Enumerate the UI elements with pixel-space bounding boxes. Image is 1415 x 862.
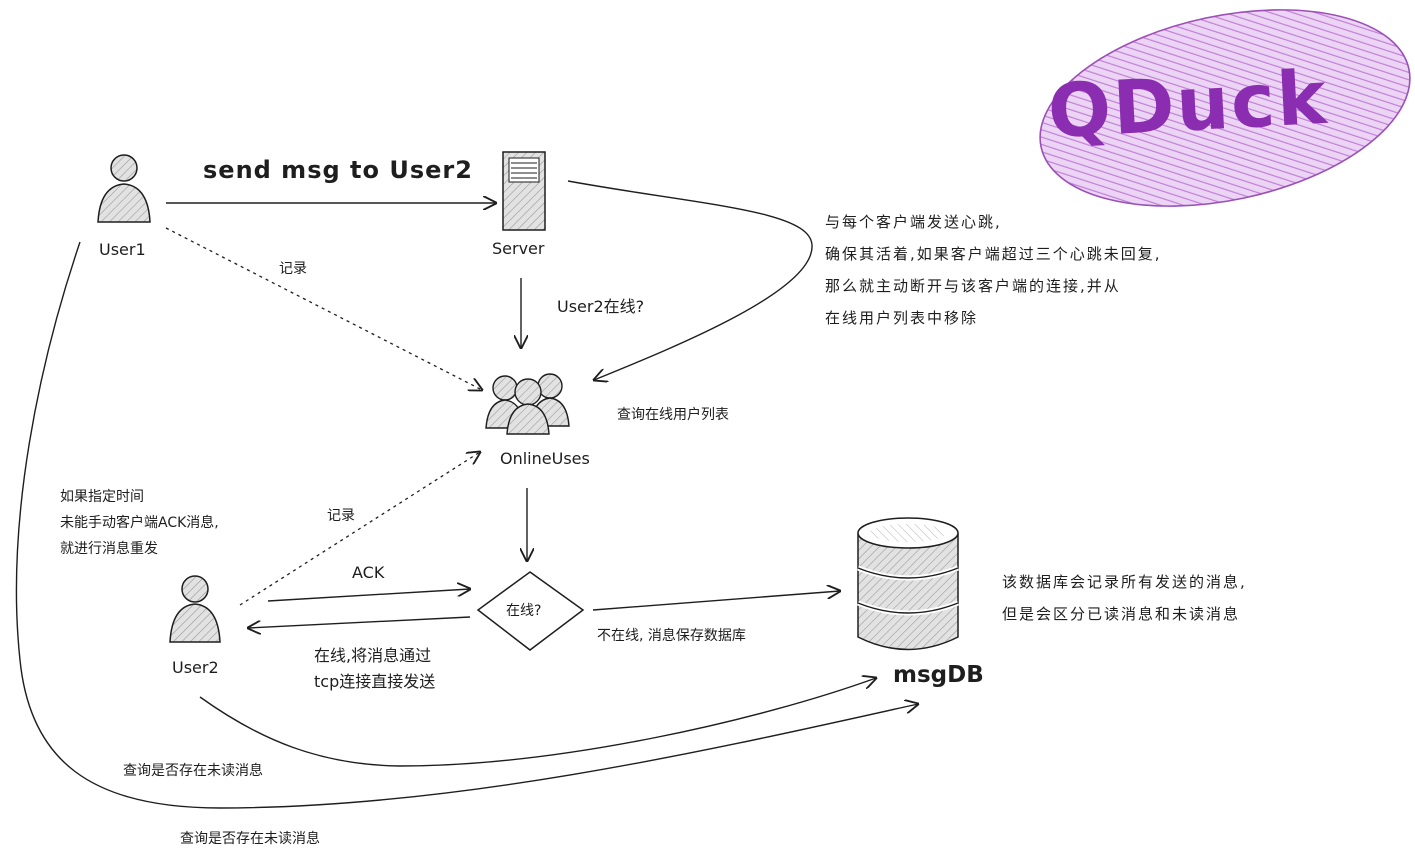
db-note-line-2: 但是会区分已读消息和未读消息 — [1002, 605, 1241, 623]
users-group-icon — [485, 373, 570, 435]
edge-record2 — [239, 452, 480, 606]
not-online-label: 不在线, 消息保存数据库 — [597, 628, 746, 644]
user1-label: User1 — [99, 240, 146, 259]
server-icon — [502, 151, 546, 231]
resend-note: 如果指定时间 未能手动客户端ACK消息, 就进行消息重发 — [60, 484, 219, 562]
edge-ack — [267, 589, 470, 602]
resend-note-line-3: 就进行消息重发 — [60, 541, 158, 557]
online-send-label: 在线,将消息通过 tcp连接直接发送 — [314, 643, 435, 695]
online-send-line-2: tcp连接直接发送 — [314, 672, 436, 691]
resend-note-line-1: 如果指定时间 — [60, 489, 144, 505]
database-icon — [857, 517, 959, 651]
edge-record1 — [165, 227, 482, 390]
user2-label: User2 — [172, 658, 219, 677]
db-note: 该数据库会记录所有发送的消息, 但是会区分已读消息和未读消息 — [1002, 566, 1247, 630]
record-label-2: 记录 — [327, 508, 355, 524]
decision-label: 在线? — [506, 603, 542, 619]
heartbeat-note-line-4: 在线用户列表中移除 — [825, 309, 979, 327]
user1-icon — [97, 154, 151, 223]
online-users-label: OnlineUses — [500, 449, 590, 468]
edge-unread-user2 — [199, 678, 876, 767]
send-msg-label: send msg to User2 — [203, 156, 473, 184]
user2-icon — [169, 575, 221, 643]
record-label-1: 记录 — [279, 261, 307, 277]
server-label: Server — [492, 239, 545, 258]
db-label: msgDB — [893, 662, 984, 688]
heartbeat-note-line-1: 与每个客户端发送心跳, — [825, 213, 1002, 231]
heartbeat-note: 与每个客户端发送心跳, 确保其活着,如果客户端超过三个心跳未回复, 那么就主动断… — [825, 206, 1162, 334]
query-online-label: 查询在线用户列表 — [617, 407, 729, 423]
online-question-label: User2在线? — [557, 297, 645, 316]
unread-label-1: 查询是否存在未读消息 — [123, 763, 263, 779]
db-note-line-1: 该数据库会记录所有发送的消息, — [1002, 573, 1247, 591]
edge-heartbeat — [567, 180, 813, 380]
online-send-line-1: 在线,将消息通过 — [314, 646, 432, 665]
unread-label-2: 查询是否存在未读消息 — [180, 831, 320, 847]
ack-label: ACK — [352, 563, 385, 582]
logo-text: QDuck — [1045, 54, 1331, 156]
heartbeat-note-line-2: 确保其活着,如果客户端超过三个心跳未回复, — [825, 245, 1162, 263]
heartbeat-note-line-3: 那么就主动断开与该客户端的连接,并从 — [825, 277, 1121, 295]
resend-note-line-2: 未能手动客户端ACK消息, — [60, 515, 219, 531]
edge-online-send — [248, 616, 471, 628]
edge-not-online — [592, 591, 840, 611]
